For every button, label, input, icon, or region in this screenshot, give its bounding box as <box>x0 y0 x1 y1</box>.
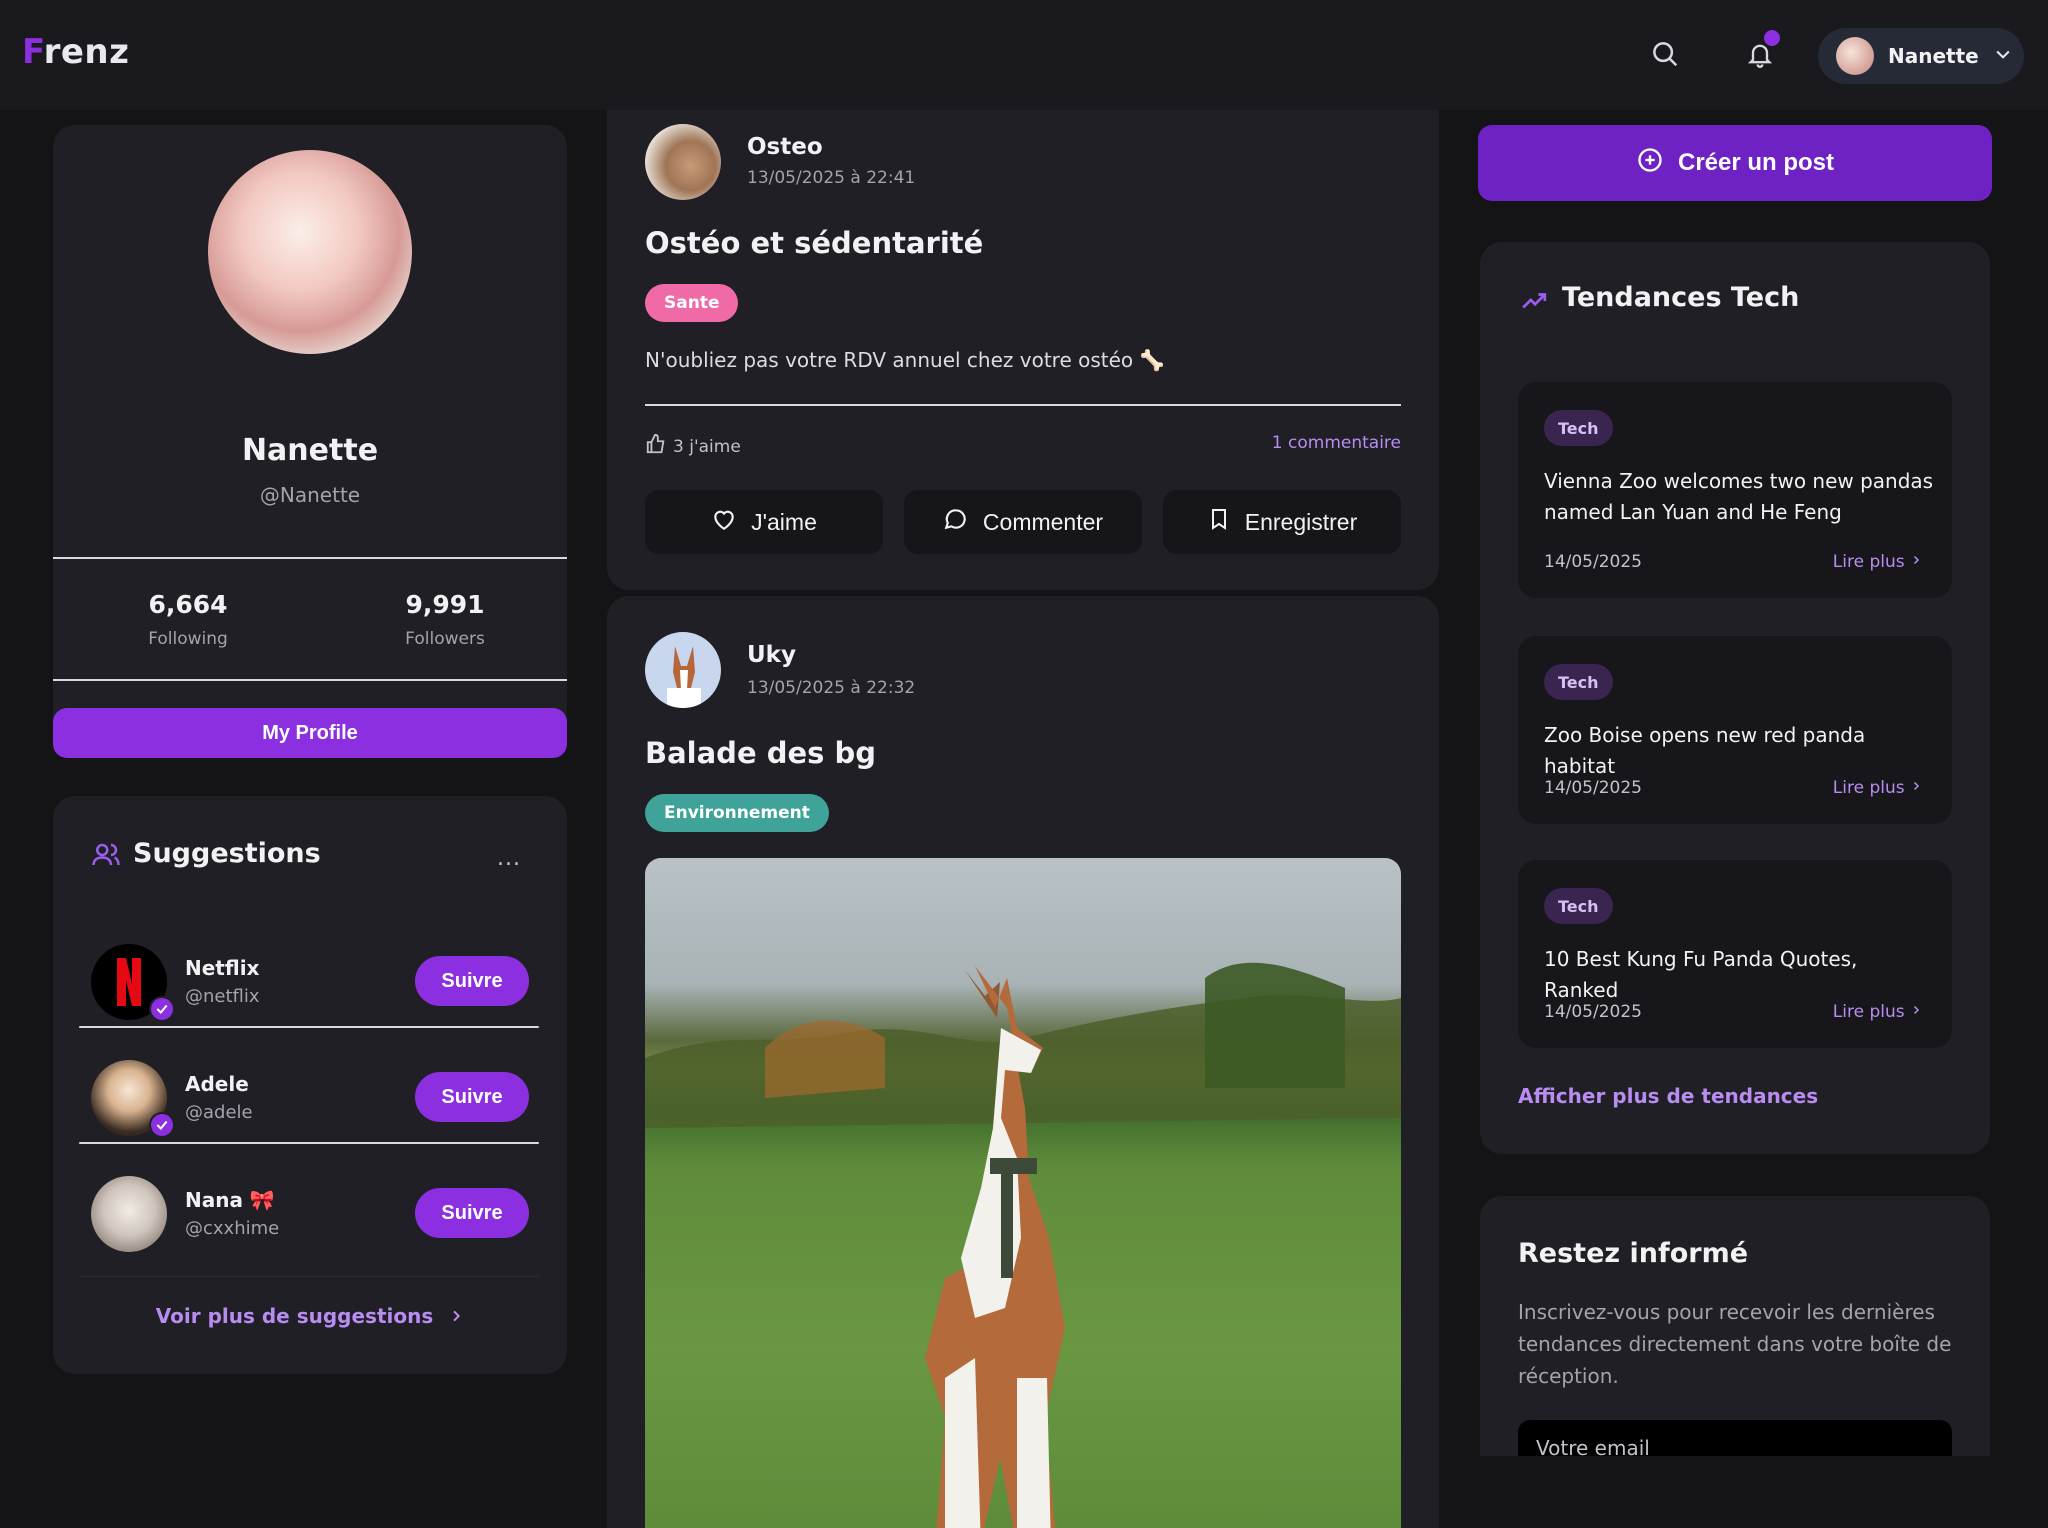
notification-bell-icon[interactable] <box>1742 30 1780 72</box>
read-more-link[interactable]: Lire plus <box>1833 778 1922 798</box>
divider <box>53 557 567 559</box>
see-more-suggestions-link[interactable]: Voir plus de suggestions <box>53 1304 567 1330</box>
trend-tag: Tech <box>1544 888 1613 924</box>
profile-card: Nanette @Nanette 6,664 Following 9,991 F… <box>53 125 567 758</box>
suggestion-handle: @cxxhime <box>185 1218 280 1239</box>
trend-item[interactable]: Tech 10 Best Kung Fu Panda Quotes, Ranke… <box>1518 860 1952 1048</box>
chevron-right-icon <box>448 1306 464 1330</box>
post-card: Uky 13/05/2025 à 22:32 Balade des bg Env… <box>607 596 1439 1528</box>
list-item: Netflix @netflix Suivre <box>79 922 539 1038</box>
trend-title: Zoo Boise opens new red panda habitat <box>1544 723 1866 778</box>
like-button[interactable]: J'aime <box>645 490 883 554</box>
list-item: Adele @adele Suivre <box>79 1038 539 1154</box>
trend-date: 14/05/2025 <box>1544 552 1642 572</box>
trend-item[interactable]: Tech Zoo Boise opens new red panda habit… <box>1518 636 1952 824</box>
read-more-link[interactable]: Lire plus <box>1833 552 1922 572</box>
follow-button[interactable]: Suivre <box>415 956 529 1006</box>
suggestion-handle: @netflix <box>185 986 260 1007</box>
my-profile-button[interactable]: My Profile <box>53 708 567 758</box>
profile-handle: @Nanette <box>259 483 361 507</box>
suggestions-title: Suggestions <box>133 838 321 869</box>
profile-avatar <box>208 150 412 354</box>
suggestion-name: Adele <box>185 1072 249 1096</box>
trend-tag: Tech <box>1544 410 1613 446</box>
trend-title: Vienna Zoo welcomes two new pandas named… <box>1544 469 1934 524</box>
post-body: N'oubliez pas votre RDV annuel chez votr… <box>645 348 1165 372</box>
chevron-right-icon <box>1910 552 1922 572</box>
avatar[interactable] <box>645 124 721 200</box>
read-more-link[interactable]: Lire plus <box>1833 1002 1922 1022</box>
post-date: 13/05/2025 à 22:41 <box>747 168 916 188</box>
post-image[interactable] <box>645 858 1401 1528</box>
trend-item[interactable]: Tech Vienna Zoo welcomes two new pandas … <box>1518 382 1952 598</box>
trend-date: 14/05/2025 <box>1544 778 1642 798</box>
chevron-down-icon <box>1993 44 2013 68</box>
divider <box>79 1276 539 1277</box>
show-more-trends-link[interactable]: Afficher plus de tendances <box>1518 1084 1818 1108</box>
divider <box>79 1142 539 1144</box>
suggestion-name: Netflix <box>185 956 260 980</box>
divider <box>645 404 1401 406</box>
post-author[interactable]: Uky <box>747 642 796 668</box>
search-icon[interactable] <box>1647 36 1683 72</box>
verified-icon <box>149 996 175 1022</box>
like-count: 3 j'aime <box>645 433 741 460</box>
users-icon <box>91 840 121 874</box>
follow-button[interactable]: Suivre <box>415 1188 529 1238</box>
post-title: Balade des bg <box>645 736 877 770</box>
trend-tag: Tech <box>1544 664 1613 700</box>
heart-icon <box>711 506 737 538</box>
list-item: Nana 🎀 @cxxhime Suivre <box>79 1154 539 1270</box>
bookmark-icon <box>1207 506 1231 538</box>
avatar <box>1836 37 1874 75</box>
top-bar: Frenz Nanette <box>0 0 2048 110</box>
create-post-button[interactable]: Créer un post <box>1478 125 1992 201</box>
suggestions-card: Suggestions ... Netflix @netflix Suivre … <box>53 796 567 1374</box>
suggestion-handle: @adele <box>185 1102 253 1123</box>
divider <box>53 679 567 681</box>
scroll-fade <box>1460 1456 2020 1528</box>
suggestion-name: Nana 🎀 <box>185 1188 275 1212</box>
verified-icon <box>149 1112 175 1138</box>
followers-stat[interactable]: 9,991 Followers <box>345 590 545 649</box>
save-button[interactable]: Enregistrer <box>1163 490 1401 554</box>
avatar[interactable] <box>645 632 721 708</box>
trend-title: 10 Best Kung Fu Panda Quotes, Ranked <box>1544 947 1858 1002</box>
divider <box>79 1026 539 1028</box>
comment-count[interactable]: 1 commentaire <box>1272 433 1401 453</box>
thumbs-up-icon <box>645 433 667 460</box>
more-options-icon[interactable]: ... <box>497 846 521 871</box>
trend-date: 14/05/2025 <box>1544 1002 1642 1022</box>
following-stat[interactable]: 6,664 Following <box>88 590 288 649</box>
avatar <box>91 1176 167 1252</box>
post-author[interactable]: Osteo <box>747 134 823 160</box>
trends-title: Tendances Tech <box>1562 282 1800 313</box>
chevron-right-icon <box>1910 778 1922 798</box>
follow-button[interactable]: Suivre <box>415 1072 529 1122</box>
newsletter-title: Restez informé <box>1518 1238 1749 1269</box>
user-menu[interactable]: Nanette <box>1818 28 2024 84</box>
comment-icon <box>943 506 969 538</box>
comment-button[interactable]: Commenter <box>904 490 1142 554</box>
app-logo[interactable]: Frenz <box>22 32 129 72</box>
notification-dot <box>1764 30 1780 46</box>
post-tag[interactable]: Sante <box>645 284 739 322</box>
post-tag[interactable]: Environnement <box>645 794 829 832</box>
user-menu-name: Nanette <box>1888 44 1979 68</box>
chevron-right-icon <box>1910 1002 1922 1022</box>
trends-card: Tendances Tech Tech Vienna Zoo welcomes … <box>1480 242 1990 1154</box>
post-card: Osteo 13/05/2025 à 22:41 Ostéo et sédent… <box>607 110 1439 590</box>
trending-up-icon <box>1518 288 1550 318</box>
plus-circle-icon <box>1636 146 1664 181</box>
newsletter-text: Inscrivez-vous pour recevoir les dernièr… <box>1518 1300 1952 1388</box>
post-title: Ostéo et sédentarité <box>645 226 984 260</box>
post-date: 13/05/2025 à 22:32 <box>747 678 916 698</box>
profile-name: Nanette <box>241 433 379 468</box>
